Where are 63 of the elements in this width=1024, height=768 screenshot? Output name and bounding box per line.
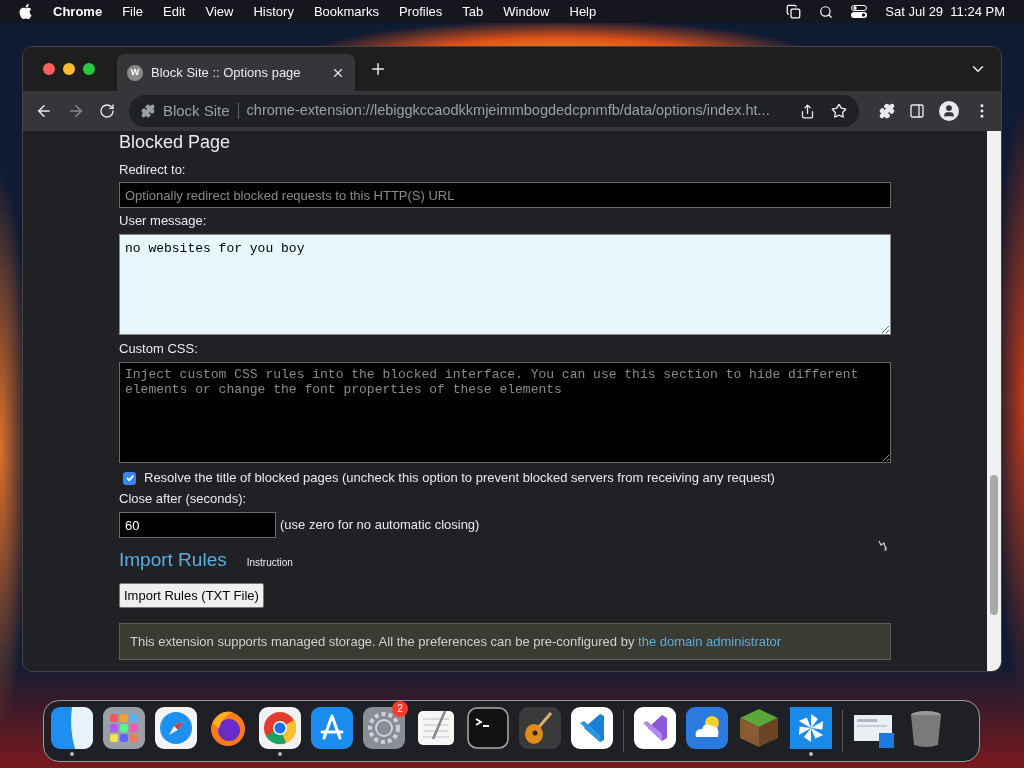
checkbox[interactable] [123,471,136,485]
profile-icon[interactable] [939,101,960,121]
bookmark-star-icon[interactable] [831,103,848,119]
menu-item[interactable]: Bookmarks [313,1,379,22]
cursor-icon [878,540,887,551]
section-title: Blocked Page [119,132,232,152]
app-menu[interactable]: Chrome [53,1,103,22]
section-title: Import Rules [119,548,227,572]
field-label: Close after (seconds): [119,491,248,507]
tab-favicon: W [127,64,143,81]
ribbon-logo-icon[interactable] [634,706,676,749]
share-icon[interactable] [800,103,816,119]
zoom-window-button[interactable] [83,63,95,75]
field-label: Redirect to: [119,162,187,178]
extensions-icon[interactable] [879,103,896,119]
redirect-url-field[interactable]: Optionally redirect blocked requests to this HTTP(S) URL [119,182,891,208]
menu-item[interactable]: View [205,1,234,22]
compass-icon[interactable] [155,706,197,749]
checkbox-label: Resolve the title of blocked pages (uncheck this option to prevent blocked servers from receiving any request) [144,470,775,486]
url-text: chrome-extension://lebiggkccaodkkmjeimmbogdedcpnmfb/data/options/index.ht... [246,101,770,121]
back-icon[interactable] [35,102,53,120]
field-label: User message: [119,213,208,229]
tab-title: Block Site :: Options page [151,63,301,82]
menu-item[interactable]: Window [503,1,550,22]
grass-block-icon[interactable] [738,706,780,749]
user-message-field[interactable]: no websites for you boy [119,234,891,335]
apple-logo-icon[interactable] [19,4,32,19]
field-hint: (use zero for no automatic closing) [280,516,480,535]
stage-manager-icon[interactable] [786,4,802,19]
custom-css-field[interactable]: Inject custom CSS rules into the blocked interface. You can use this section to hide different elements or change the font properties of these elements [119,362,891,463]
import-rules-button[interactable]: Import Rules (TXT File) [119,583,264,608]
menu-item[interactable]: File [122,1,144,22]
gear-icon[interactable] [363,706,405,749]
address-bar[interactable]: Block Site chrome-extension://lebiggkccaodkkmjeimmbogdedcpnmfb/data/options/index.ht... [128,95,860,127]
close-window-button[interactable] [43,63,55,75]
menu-item[interactable]: Profiles [398,1,443,22]
field-label: Custom CSS: [119,341,199,357]
notice-text: This extension supports managed storage. All the preferences can be pre-configured by the domain administrator [130,632,782,651]
administrator-link[interactable]: the domain administrator [638,633,782,649]
cloud-icon[interactable] [686,706,728,749]
side-panel-icon[interactable] [909,103,926,119]
site-name-label: Block Site [162,100,230,121]
pinwheel-icon[interactable] [790,706,832,749]
browser-tab[interactable]: W Block Site :: Options page [117,54,355,91]
minimize-window-button[interactable] [63,63,75,75]
menu-item[interactable]: Edit [163,1,186,22]
new-tab-icon[interactable] [369,60,387,78]
menu-item[interactable]: History [253,1,294,22]
notification-badge: 2 [392,700,408,717]
puzzle-icon [140,104,155,118]
close-after-field[interactable]: 60 [119,512,276,538]
menu-item[interactable]: Tab [462,1,484,22]
menu-item[interactable]: Help [569,1,597,22]
control-center-icon[interactable] [851,5,868,18]
reload-icon[interactable] [98,103,115,119]
terminal-icon[interactable] [467,706,509,749]
search-icon[interactable] [819,4,834,19]
scrollbar-thumb[interactable] [990,475,998,615]
menu-bar-clock[interactable]: Sat Jul 29 11:24 PM [885,1,1005,22]
code-editor-icon[interactable] [571,706,613,749]
launchpad-icon[interactable] [103,706,145,749]
instruction-link[interactable]: Instruction [246,555,293,570]
guitar-icon[interactable] [519,706,561,749]
